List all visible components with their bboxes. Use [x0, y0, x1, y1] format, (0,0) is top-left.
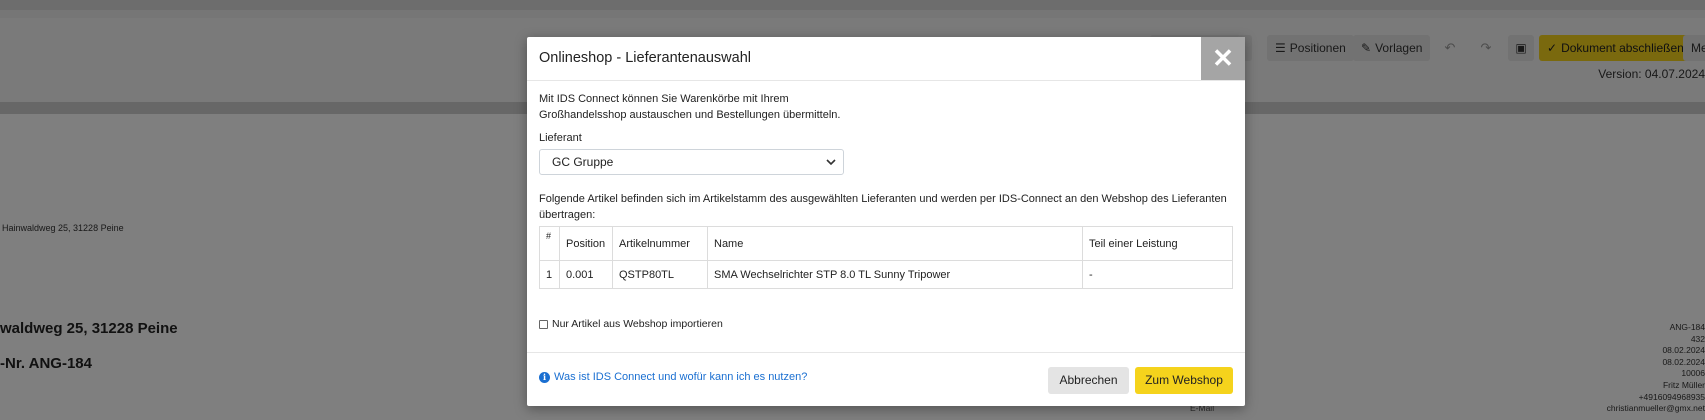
column-header: Teil einer Leistung: [1082, 226, 1233, 261]
column-header: Artikelnummer: [612, 226, 708, 261]
supplier-select[interactable]: GC Gruppe: [539, 149, 844, 175]
column-header: #: [539, 226, 560, 261]
close-icon: ✕: [1212, 43, 1234, 73]
table-cell: QSTP80TL: [612, 260, 708, 289]
close-button[interactable]: ✕: [1201, 37, 1245, 80]
cancel-button[interactable]: Abbrechen: [1048, 367, 1129, 394]
column-header: Position: [559, 226, 613, 261]
column-header: Name: [707, 226, 1083, 261]
supplier-select-value: GC Gruppe: [552, 155, 614, 169]
webshop-only-checkbox[interactable]: [539, 319, 548, 329]
supplier-selection-dialog: Onlineshop - Lieferantenauswahl ✕ Mit ID…: [527, 37, 1245, 406]
table-cell: 1: [539, 260, 560, 289]
articles-description: Folgende Artikel befinden sich im Artike…: [539, 193, 1227, 221]
dialog-footer-divider: [527, 352, 1245, 353]
webshop-only-option[interactable]: Nur Artikel aus Webshop importieren: [539, 318, 723, 330]
webshop-only-label[interactable]: Nur Artikel aus Webshop importieren: [552, 318, 723, 330]
dialog-title: Onlineshop - Lieferantenauswahl: [539, 50, 751, 66]
table-cell: -: [1082, 260, 1233, 289]
table-row: 1 0.001 QSTP80TL SMA Wechselrichter STP …: [539, 260, 1233, 289]
ids-connect-help-link[interactable]: i Was ist IDS Connect und wofür kann ich…: [539, 371, 807, 383]
dialog-intro-text: Mit IDS Connect können Sie Warenkörbe mi…: [539, 93, 841, 121]
chevron-down-icon: [826, 150, 836, 183]
articles-table: # Position Artikelnummer Name Teil einer…: [539, 226, 1233, 289]
info-icon: i: [539, 371, 550, 383]
table-header-row: # Position Artikelnummer Name Teil einer…: [539, 226, 1233, 261]
go-to-webshop-button[interactable]: Zum Webshop: [1135, 367, 1233, 394]
supplier-label: Lieferant: [539, 132, 582, 144]
help-link-text[interactable]: Was ist IDS Connect und wofür kann ich e…: [554, 371, 807, 383]
table-cell: SMA Wechselrichter STP 8.0 TL Sunny Trip…: [707, 260, 1083, 289]
table-cell: 0.001: [559, 260, 613, 289]
dialog-header: Onlineshop - Lieferantenauswahl ✕: [527, 37, 1245, 81]
